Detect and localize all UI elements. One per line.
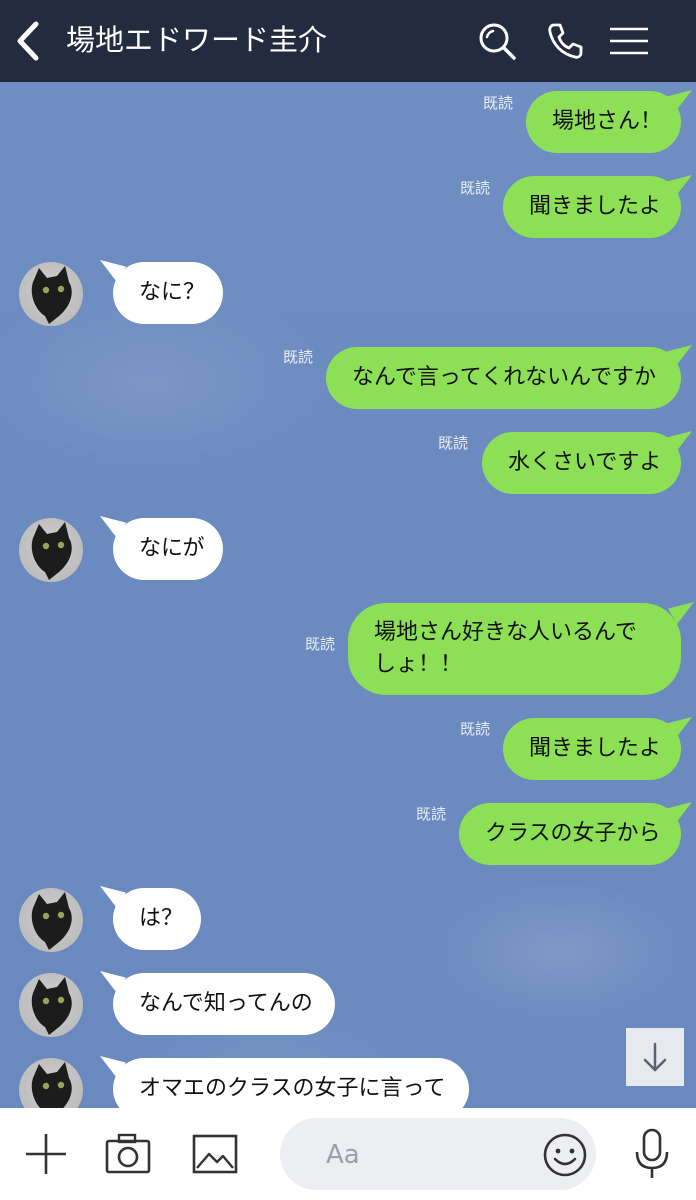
read-receipt: 既読 xyxy=(460,179,491,197)
camera-button[interactable] xyxy=(104,1132,152,1176)
chat-header: 場地エドワード圭介 xyxy=(0,0,696,82)
message-bubble-outgoing[interactable]: クラスの女子から xyxy=(459,803,681,865)
microphone-icon xyxy=(635,1128,669,1178)
message-bubble-incoming[interactable]: なに？ xyxy=(113,262,223,324)
contact-avatar[interactable] xyxy=(19,888,83,952)
message-bubble-incoming[interactable]: なにが xyxy=(113,518,223,580)
image-button[interactable] xyxy=(191,1132,239,1176)
message-bubble-outgoing[interactable]: なんで言ってくれないんですか xyxy=(326,347,681,409)
message-bubble-incoming[interactable]: は？ xyxy=(113,888,201,950)
read-receipt: 既読 xyxy=(460,720,491,738)
emoji-button[interactable] xyxy=(542,1132,588,1178)
message-input[interactable] xyxy=(324,1134,518,1176)
black-cat-avatar-icon xyxy=(31,977,72,1035)
voice-button[interactable] xyxy=(632,1126,672,1182)
read-receipt: 既読 xyxy=(305,635,336,653)
message-bubble-incoming[interactable]: オマエのクラスの女子に言って xyxy=(113,1058,469,1108)
message-input-bar xyxy=(0,1108,696,1200)
message-list[interactable]: 既読 場地さん！ 既読 聞きましたよ なに？ 既読 なんで言ってくれないんですか… xyxy=(0,82,696,1108)
search-button[interactable] xyxy=(474,18,520,64)
black-cat-avatar-icon xyxy=(31,1062,72,1108)
read-receipt: 既読 xyxy=(416,805,447,823)
smiley-icon xyxy=(543,1133,587,1177)
message-input-container[interactable] xyxy=(280,1118,596,1190)
read-receipt: 既読 xyxy=(483,94,514,112)
message-bubble-outgoing[interactable]: 場地さん！ xyxy=(526,91,681,153)
message-bubble-outgoing[interactable]: 場地さん好きな人いるんでしょ！！ xyxy=(348,603,681,695)
scroll-to-bottom-button[interactable] xyxy=(626,1028,684,1086)
message-bubble-incoming[interactable]: なんで知ってんの xyxy=(113,973,335,1035)
menu-icon xyxy=(610,27,648,55)
camera-icon xyxy=(105,1133,151,1174)
arrow-down-icon xyxy=(643,1042,667,1072)
contact-avatar[interactable] xyxy=(19,973,83,1037)
message-bubble-outgoing[interactable]: 聞きましたよ xyxy=(503,718,681,780)
phone-icon xyxy=(548,23,583,59)
black-cat-avatar-icon xyxy=(31,266,72,324)
black-cat-avatar-icon xyxy=(31,892,72,950)
image-icon xyxy=(192,1134,238,1174)
search-icon xyxy=(479,23,516,60)
chat-title: 場地エドワード圭介 xyxy=(66,23,328,57)
chevron-left-icon xyxy=(17,21,39,61)
plus-icon xyxy=(26,1134,66,1174)
contact-avatar[interactable] xyxy=(19,518,83,582)
message-bubble-outgoing[interactable]: 水くさいですよ xyxy=(482,432,681,494)
contact-avatar[interactable] xyxy=(19,1058,83,1108)
read-receipt: 既読 xyxy=(283,348,314,366)
black-cat-avatar-icon xyxy=(31,522,72,580)
read-receipt: 既読 xyxy=(438,434,469,452)
menu-button[interactable] xyxy=(606,18,652,64)
back-button[interactable] xyxy=(10,18,50,64)
call-button[interactable] xyxy=(542,18,588,64)
add-button[interactable] xyxy=(22,1130,70,1178)
contact-avatar[interactable] xyxy=(19,262,83,326)
message-bubble-outgoing[interactable]: 聞きましたよ xyxy=(503,176,681,238)
